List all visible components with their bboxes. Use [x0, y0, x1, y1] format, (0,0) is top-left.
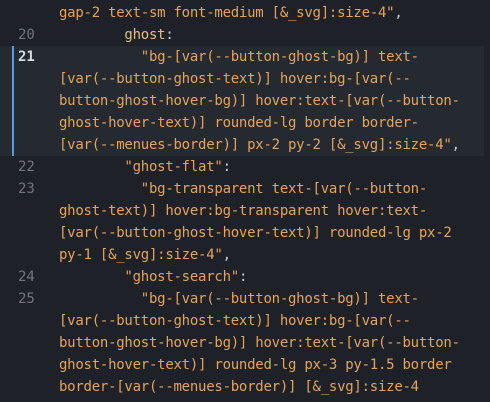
code-text: py-1 [&_svg]:size-4", [59, 244, 231, 266]
code-line-row[interactable]: 20 ghost: [0, 24, 490, 46]
code-line-row[interactable]: button-ghost-hover-bg)] hover:text-[var(… [0, 332, 490, 354]
code-token: button-ghost-hover-bg)] hover:text-[var(… [59, 93, 460, 109]
code-line-row[interactable]: [var(--button-ghost-text)] hover:bg-[var… [0, 310, 490, 332]
code-text: [var(--button-ghost-text)] hover:bg-[var… [59, 310, 411, 332]
vertical-scrollbar[interactable] [484, 0, 490, 402]
code-line-row[interactable]: [var(--button-ghost-text)] hover:bg-[var… [0, 68, 490, 90]
code-token: "bg-transparent text-[var(--button- [59, 181, 428, 197]
code-text: ghost-hover-text)] rounded-lg px-3 py-1.… [59, 354, 452, 376]
code-token: : [165, 27, 174, 43]
code-token: [var(--button-ghost-hover-text)] rounded… [59, 225, 452, 241]
code-token: , [222, 247, 231, 263]
code-line-row[interactable]: border-[var(--menues-border)] [&_svg]:si… [0, 376, 490, 398]
code-token: : [222, 159, 231, 175]
active-line-indicator [12, 46, 14, 156]
code-token: , [394, 5, 403, 21]
line-number: 25 [18, 291, 35, 307]
code-text: [var(--button-ghost-text)] hover:bg-[var… [59, 68, 411, 90]
line-number: 22 [18, 159, 35, 175]
code-token: border-[var(--menues-border)] [&_svg]:si… [59, 379, 419, 395]
code-token: gap-2 text-sm font-medium [&_svg]:size-4… [59, 5, 395, 21]
code-text: transition-all duration-300 overflow-hid… [59, 398, 427, 402]
code-token: ghost-hover-text)] rounded-lg px-3 py-1.… [59, 357, 452, 373]
code-text: "bg-[var(--button-ghost-bg)] text- [59, 46, 419, 68]
code-editor[interactable]: gap-2 text-sm font-medium [&_svg]:size-4… [0, 0, 490, 402]
code-line-row[interactable]: [var(--button-ghost-hover-text)] rounded… [0, 222, 490, 244]
code-token: ghost [59, 27, 166, 43]
line-number: 20 [18, 27, 35, 43]
code-token: : [238, 269, 248, 285]
line-number: 21 [18, 49, 35, 65]
code-text: button-ghost-hover-bg)] hover:text-[var(… [59, 332, 460, 354]
code-line-row[interactable]: ghost-text)] hover:bg-transparent hover:… [0, 200, 490, 222]
code-text: ghost-text)] hover:bg-transparent hover:… [59, 200, 427, 222]
code-line-row[interactable]: transition-all duration-300 overflow-hid… [0, 398, 490, 402]
code-token: "ghost-search" [59, 269, 239, 285]
code-line-row[interactable]: button-ghost-hover-bg)] hover:text-[var(… [0, 90, 490, 112]
code-text: "ghost-flat": [59, 156, 231, 178]
code-token: "bg-[var(--button-ghost-bg)] text- [59, 49, 419, 65]
code-token: [var(--button-ghost-text)] hover:bg-[var… [59, 313, 411, 329]
code-token: [var(--menues-border)] px-2 py-2 [&_svg]… [59, 137, 452, 153]
code-text: ghost: [59, 24, 174, 46]
code-line-row[interactable]: 21 "bg-[var(--button-ghost-bg)] text- [0, 46, 490, 68]
code-text: "ghost-search": [59, 266, 247, 288]
code-line-row[interactable]: ghost-hover-text)] rounded-lg border bor… [0, 112, 490, 134]
code-token: button-ghost-hover-bg)] hover:text-[var(… [59, 335, 460, 351]
code-line-row[interactable]: py-1 [&_svg]:size-4", [0, 244, 490, 266]
code-line-row[interactable]: gap-2 text-sm font-medium [&_svg]:size-4… [0, 2, 490, 24]
line-number: 23 [18, 181, 35, 197]
code-token: , [451, 137, 460, 153]
code-token: ghost-text)] hover:bg-transparent hover:… [59, 203, 428, 219]
code-token: py-1 [&_svg]:size-4" [59, 247, 223, 263]
code-line-row[interactable]: 23 "bg-transparent text-[var(--button- [0, 178, 490, 200]
code-text: [var(--button-ghost-hover-text)] rounded… [59, 222, 452, 244]
code-token: "ghost-flat" [59, 159, 223, 175]
code-text: gap-2 text-sm font-medium [&_svg]:size-4… [59, 2, 403, 24]
code-text: [var(--menues-border)] px-2 py-2 [&_svg]… [59, 134, 460, 156]
code-text: "bg-[var(--button-ghost-bg)] text- [59, 288, 419, 310]
code-token: [var(--button-ghost-text)] hover:bg-[var… [59, 71, 411, 87]
code-text: "bg-transparent text-[var(--button- [59, 178, 428, 200]
code-token: ghost-hover-text)] rounded-lg border bor… [59, 115, 419, 131]
code-line-row[interactable]: [var(--menues-border)] px-2 py-2 [&_svg]… [0, 134, 490, 156]
code-line-row[interactable]: ghost-hover-text)] rounded-lg px-3 py-1.… [0, 354, 490, 376]
code-line-row[interactable]: 24 "ghost-search": [0, 266, 490, 288]
code-text: border-[var(--menues-border)] [&_svg]:si… [59, 376, 419, 398]
code-text: button-ghost-hover-bg)] hover:text-[var(… [59, 90, 460, 112]
code-text: ghost-hover-text)] rounded-lg border bor… [59, 112, 419, 134]
line-number: 24 [18, 269, 35, 285]
code-line-row[interactable]: 25 "bg-[var(--button-ghost-bg)] text- [0, 288, 490, 310]
code-token: "bg-[var(--button-ghost-bg)] text- [59, 291, 419, 307]
code-line-row[interactable]: 22 "ghost-flat": [0, 156, 490, 178]
